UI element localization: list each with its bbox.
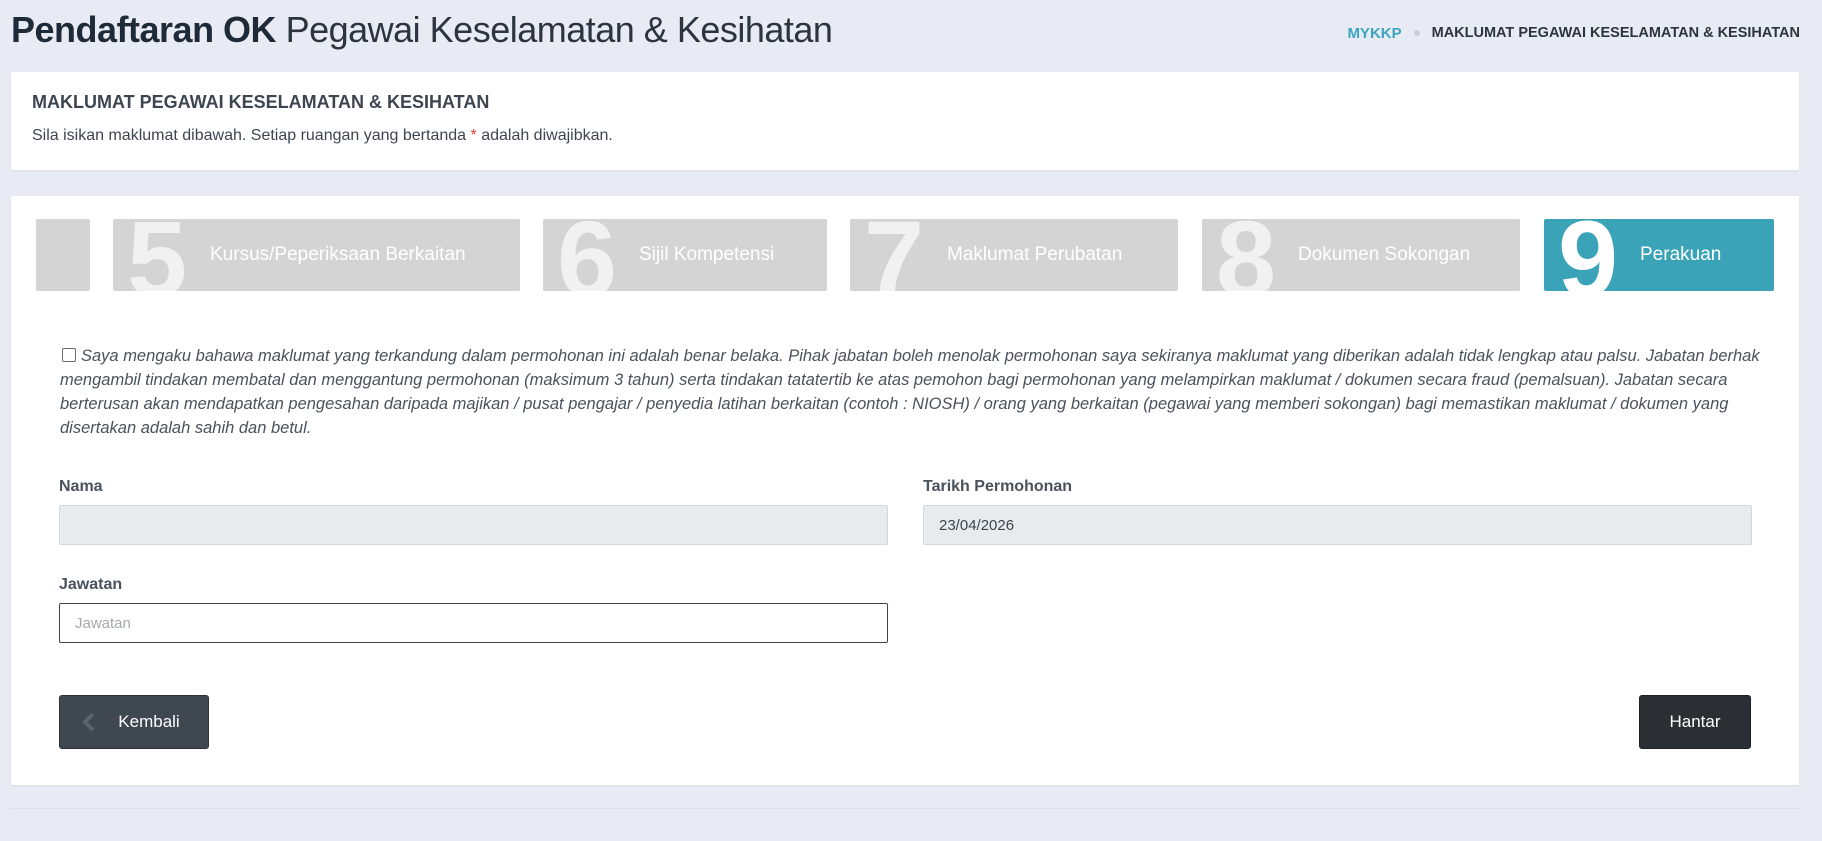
- page-title: Pendaftaran OK Pegawai Keselamatan & Kes…: [11, 3, 833, 57]
- tarikh-permohonan-value: 23/04/2026: [939, 516, 1015, 534]
- breadcrumb-separator-dot-icon: [1413, 30, 1420, 36]
- step-label: Dokumen Sokongan: [1298, 244, 1471, 265]
- page-title-bold: Pendaftaran OK: [11, 9, 277, 50]
- step-tab-7[interactable]: 7 Maklumat Perubatan: [850, 219, 1178, 291]
- breadcrumb: MYKKP MAKLUMAT PEGAWAI KESELAMATAN & KES…: [1347, 25, 1800, 42]
- required-asterisk: *: [470, 127, 477, 144]
- info-text-after: adalah diwajibkan.: [481, 127, 613, 144]
- jawatan-label: Jawatan: [59, 576, 123, 593]
- breadcrumb-current: MAKLUMAT PEGAWAI KESELAMATAN & KESIHATAN: [1431, 25, 1800, 41]
- step-number: 5: [127, 219, 188, 291]
- submit-button[interactable]: Hantar: [1639, 695, 1751, 749]
- declaration-checkbox[interactable]: [62, 348, 76, 362]
- submit-button-label: Hantar: [1669, 712, 1721, 731]
- step-tab-6[interactable]: 6 Sijil Kompetensi: [543, 219, 827, 291]
- info-title: MAKLUMAT PEGAWAI KESELAMATAN & KESIHATAN: [32, 92, 490, 112]
- nama-label: Nama: [59, 478, 103, 495]
- declaration-text: Saya mengaku bahawa maklumat yang terkan…: [60, 347, 1760, 437]
- footer-divider: [11, 808, 1799, 809]
- step-number: 6: [557, 219, 618, 291]
- step-tab-4-partial[interactable]: [36, 219, 90, 291]
- breadcrumb-home-link[interactable]: MYKKP: [1347, 25, 1401, 42]
- tarikh-permohonan-label: Tarikh Permohonan: [923, 478, 1073, 495]
- jawatan-placeholder: Jawatan: [75, 614, 131, 632]
- step-label: Perakuan: [1640, 244, 1722, 265]
- step-number: 8: [1216, 219, 1277, 291]
- step-number: 9: [1558, 219, 1619, 291]
- page: Pendaftaran OK Pegawai Keselamatan & Kes…: [0, 0, 1822, 841]
- chevron-left-icon: [82, 713, 95, 731]
- tarikh-permohonan-field: 23/04/2026: [923, 505, 1752, 545]
- jawatan-input[interactable]: Jawatan: [59, 603, 888, 643]
- back-button-label: Kembali: [118, 712, 180, 731]
- step-label: Maklumat Perubatan: [947, 244, 1123, 265]
- step-tab-5[interactable]: 5 Kursus/Peperiksaan Berkaitan: [113, 219, 520, 291]
- nama-field: [59, 505, 888, 545]
- step-label: Kursus/Peperiksaan Berkaitan: [210, 244, 466, 265]
- page-title-light: Pegawai Keselamatan & Kesihatan: [285, 9, 833, 50]
- step-tab-9-active[interactable]: 9 Perakuan: [1544, 219, 1774, 291]
- step-label: Sijil Kompetensi: [639, 244, 775, 265]
- declaration: Saya mengaku bahawa maklumat yang terkan…: [60, 344, 1770, 440]
- info-text: Sila isikan maklumat dibawah. Setiap rua…: [32, 127, 1778, 145]
- wizard-card: 5 Kursus/Peperiksaan Berkaitan 6 Sijil K…: [11, 196, 1799, 785]
- page-header: Pendaftaran OK Pegawai Keselamatan & Kes…: [11, 0, 1800, 60]
- info-text-before: Sila isikan maklumat dibawah. Setiap rua…: [32, 127, 467, 144]
- back-button[interactable]: Kembali: [59, 695, 209, 749]
- wizard-steps: 5 Kursus/Peperiksaan Berkaitan 6 Sijil K…: [36, 219, 1788, 291]
- step-tab-8[interactable]: 8 Dokumen Sokongan: [1202, 219, 1520, 291]
- info-card: MAKLUMAT PEGAWAI KESELAMATAN & KESIHATAN…: [11, 72, 1799, 170]
- step-number: 7: [864, 219, 925, 291]
